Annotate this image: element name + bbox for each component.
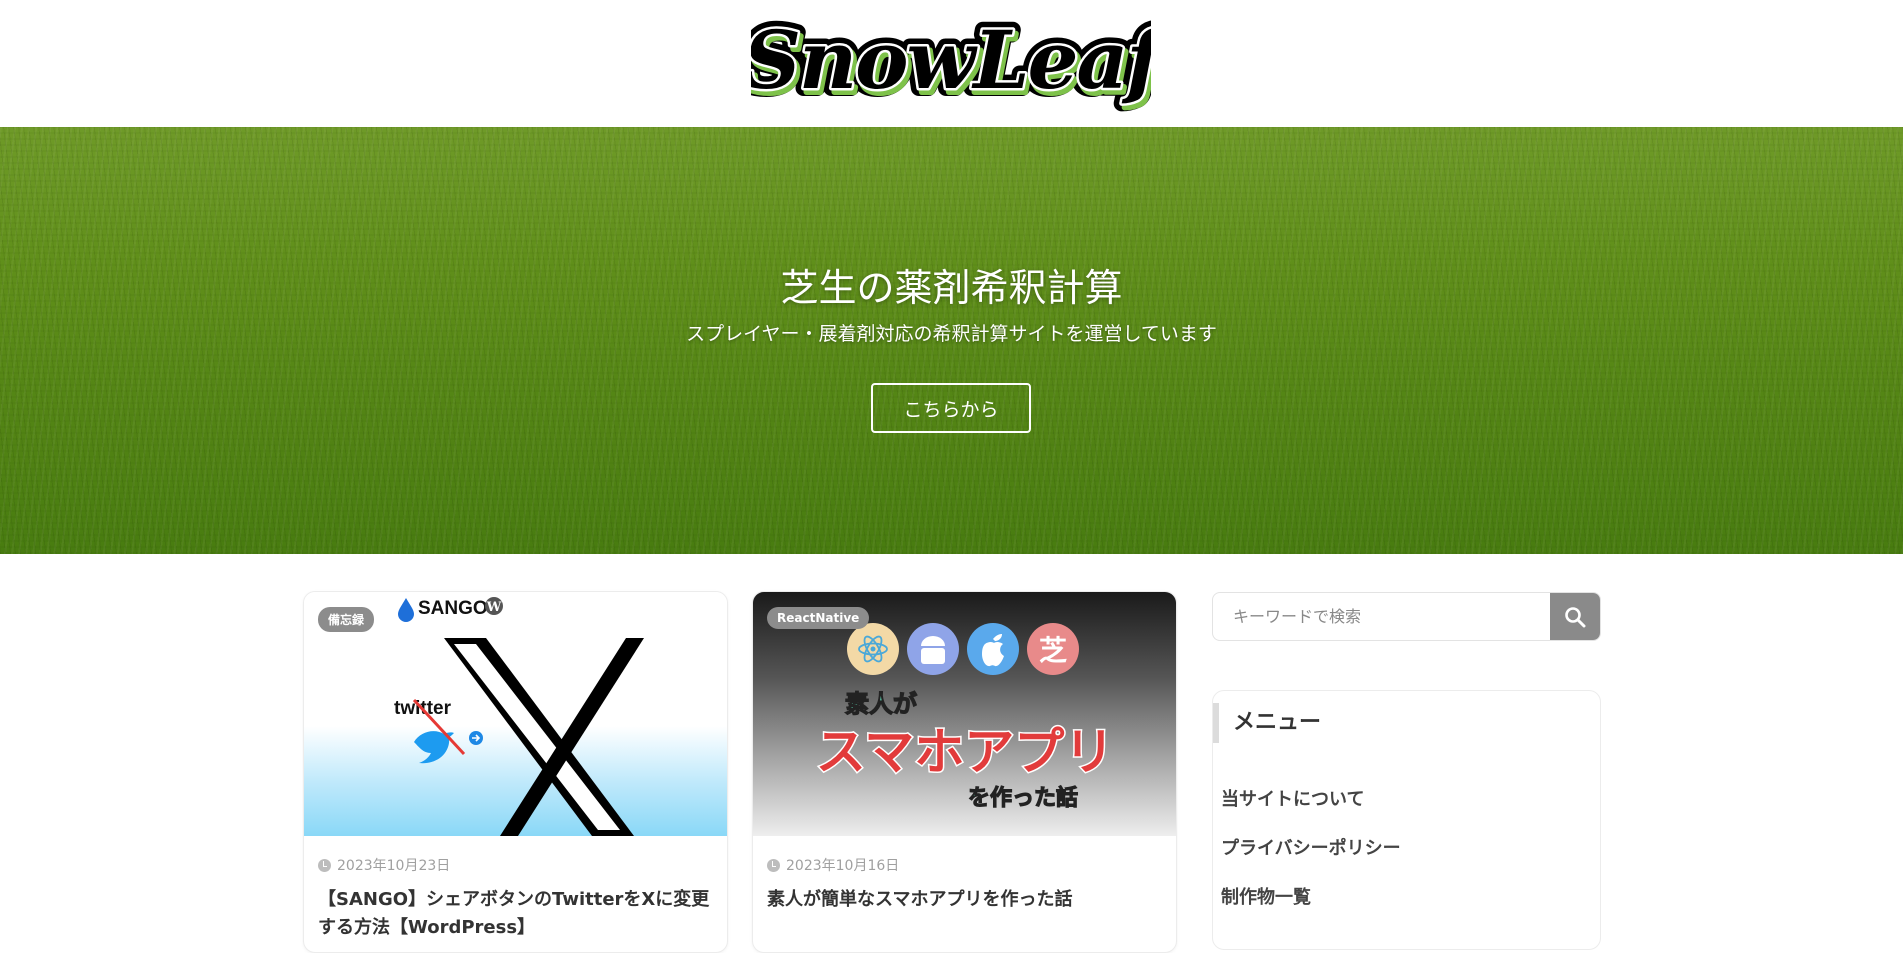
clock-icon [767,858,780,872]
svg-text:W: W [486,600,502,615]
hero-cta-button[interactable]: こちらから [871,383,1031,433]
svg-text:SANGO: SANGO [418,598,488,619]
post-date: 2023年10月23日 [318,855,450,875]
post-card[interactable]: 備忘録 SANGO W twitter 2023年10月23日 【SANGO】シ… [303,591,728,953]
search-input[interactable] [1213,593,1551,640]
post-thumbnail[interactable]: 備忘録 SANGO W twitter [304,592,727,836]
menu-heading: メニュー [1213,703,1573,743]
search-icon [1565,606,1586,627]
svg-text:SnowLeaf: SnowLeaf [751,13,1151,107]
search-button[interactable] [1550,593,1600,640]
menu-list: 当サイトについて プライバシーポリシー 制作物一覧 [1221,789,1401,936]
post-title[interactable]: 素人が簡単なスマホアプリを作った話 [767,886,1162,914]
post-date: 2023年10月16日 [767,855,899,875]
clock-icon [318,858,331,872]
post-card[interactable]: ReactNative 芝 素人が スマホアプリ を作った話 2023年10月1… [752,591,1177,953]
svg-text:芝: 芝 [1039,634,1067,667]
hero-title: 芝生の薬剤希釈計算 [780,266,1123,310]
sidebar-menu: メニュー 当サイトについて プライバシーポリシー 制作物一覧 [1212,690,1601,950]
category-badge[interactable]: 備忘録 [318,607,375,632]
water-drop-icon [398,598,414,622]
menu-item-privacy-policy[interactable]: プライバシーポリシー [1221,838,1401,887]
svg-text:を作った話: を作った話 [968,785,1078,811]
hero-banner: 芝生の薬剤希釈計算 スプレイヤー・展着剤対応の希釈計算サイトを運営しています こ… [0,127,1903,554]
svg-text:スマホアプリ: スマホアプリ [816,723,1115,781]
post-thumbnail[interactable]: ReactNative 芝 素人が スマホアプリ を作った話 [753,592,1176,836]
post-date-text: 2023年10月16日 [786,858,900,874]
site-header: SnowLeaf SnowLeaf SnowLeaf SnowLeaf [0,0,1903,127]
category-badge[interactable]: ReactNative [767,607,870,629]
menu-item-works[interactable]: 制作物一覧 [1221,887,1401,936]
post-date-text: 2023年10月23日 [337,858,451,874]
site-logo[interactable]: SnowLeaf SnowLeaf SnowLeaf SnowLeaf [751,4,1151,112]
search-form [1212,592,1601,641]
hero-subtitle: スプレイヤー・展着剤対応の希釈計算サイトを運営しています [686,323,1217,345]
menu-item-about[interactable]: 当サイトについて [1221,789,1401,838]
svg-text:素人が: 素人が [845,690,917,718]
